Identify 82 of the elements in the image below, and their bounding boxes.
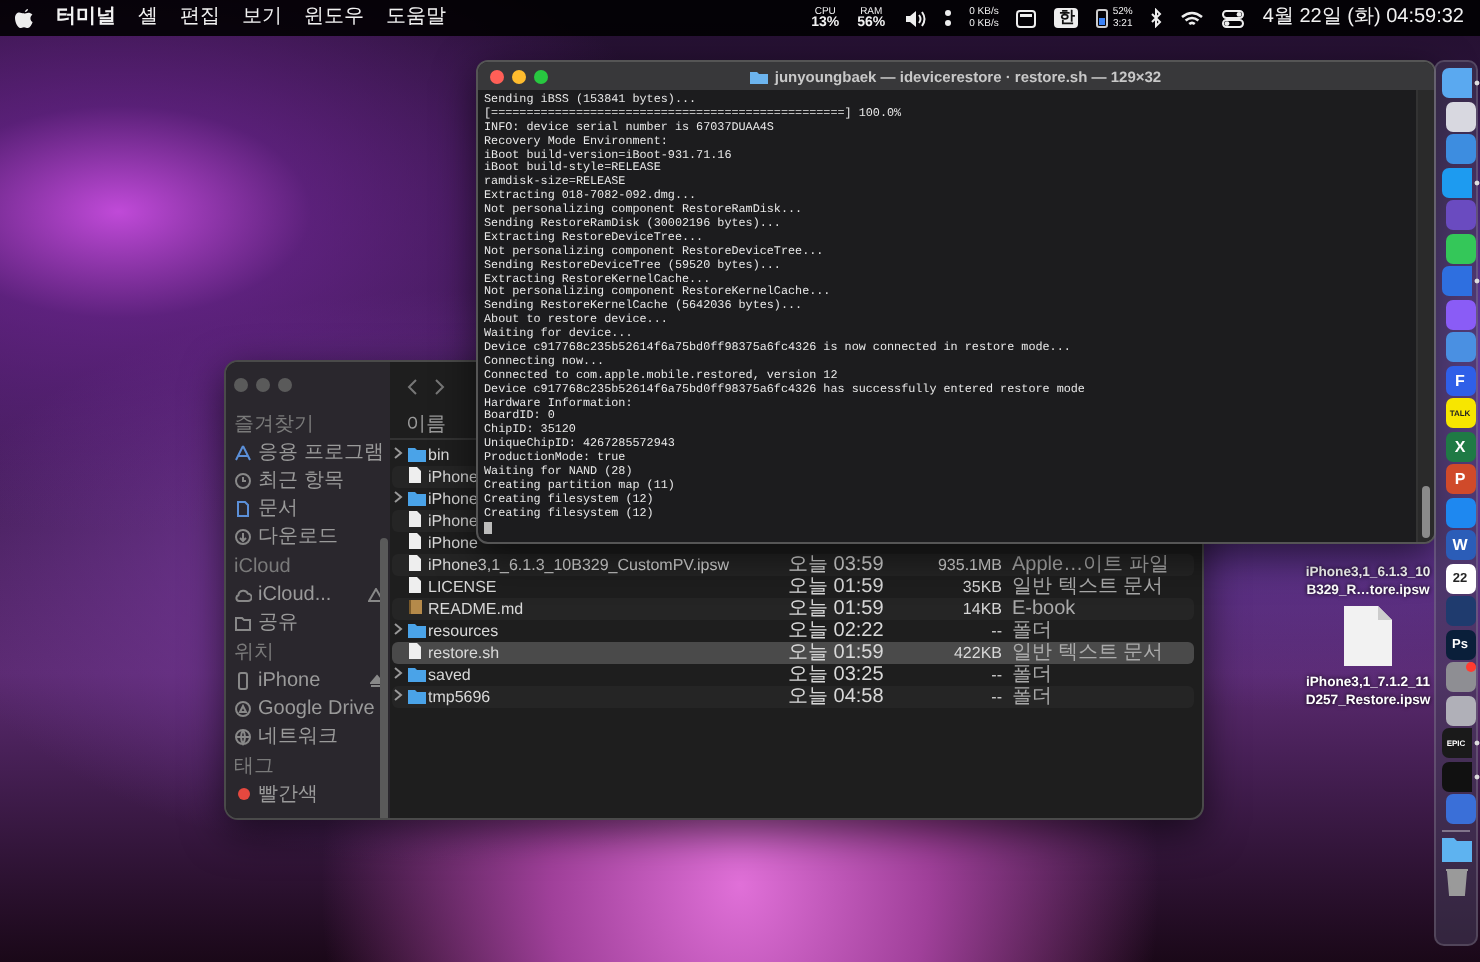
app-icon[interactable]: P bbox=[1445, 464, 1475, 494]
wifi-icon[interactable] bbox=[1180, 9, 1205, 27]
menu-item[interactable]: 셸 bbox=[138, 6, 158, 30]
sidebar-item[interactable]: 공유 bbox=[234, 608, 384, 636]
document-icon bbox=[234, 499, 252, 517]
apps-icon bbox=[234, 443, 252, 461]
apple-logo-icon[interactable] bbox=[14, 6, 34, 30]
sidebar-item[interactable]: Google Drive bbox=[234, 694, 384, 722]
file-row[interactable]: iPhone3,1_6.1.3_10B329_CustomPV.ipsw 오늘 03:59 935.1MB Apple…이트 파일 bbox=[392, 554, 1194, 576]
chevron-icon[interactable] bbox=[392, 688, 404, 702]
file-row[interactable]: iPhone bbox=[392, 488, 480, 510]
trash-icon[interactable] bbox=[1443, 865, 1469, 895]
chevron-icon[interactable] bbox=[392, 490, 404, 504]
close-button[interactable] bbox=[490, 69, 504, 83]
phone-icon bbox=[234, 671, 252, 689]
sidebar-item[interactable]: 최근 항목 bbox=[234, 466, 384, 494]
speaker-icon[interactable] bbox=[903, 9, 926, 27]
zoom-button[interactable] bbox=[534, 69, 548, 83]
globe-icon bbox=[234, 727, 252, 745]
menu-item[interactable]: 도움말 bbox=[386, 6, 446, 30]
file-row[interactable]: tmp5696 오늘 04:58 -- 폴더 bbox=[392, 686, 1194, 708]
download-icon bbox=[234, 527, 252, 545]
file-row[interactable]: saved 오늘 03:25 -- 폴더 bbox=[392, 664, 1194, 686]
scrollbar[interactable] bbox=[1416, 90, 1434, 542]
file-row[interactable]: resources 오늘 02:22 -- 폴더 bbox=[392, 620, 1194, 642]
sidebar-item[interactable]: iCloud... bbox=[234, 580, 384, 608]
sidebar-heading: 즐겨찾기 bbox=[234, 414, 316, 438]
control-center-icon[interactable] bbox=[1222, 9, 1245, 27]
window-icon[interactable] bbox=[1016, 9, 1037, 27]
chevron-icon[interactable] bbox=[392, 666, 404, 680]
folder-icon bbox=[234, 613, 252, 631]
sidebar-heading: iCloud bbox=[234, 556, 293, 580]
folder-icon bbox=[750, 69, 769, 83]
sidebar-item[interactable]: 문서 bbox=[234, 494, 384, 522]
battery-icon[interactable] bbox=[1096, 8, 1109, 28]
file-row[interactable]: iPhone bbox=[392, 510, 480, 532]
app-icon[interactable] bbox=[1441, 68, 1479, 98]
menu-item[interactable]: 보기 bbox=[242, 6, 282, 30]
clock-icon bbox=[234, 471, 252, 489]
app-icon[interactable]: F bbox=[1445, 365, 1475, 395]
app-icon[interactable] bbox=[1445, 233, 1475, 263]
book-icon bbox=[408, 598, 424, 616]
clock[interactable]: 4월 22일 (화) 04:59:32 bbox=[1262, 6, 1464, 30]
sidebar-item[interactable]: 다운로드 bbox=[234, 522, 384, 550]
forward-chevron-icon[interactable] bbox=[434, 377, 446, 395]
menu-item[interactable]: 편집 bbox=[180, 6, 220, 30]
app-icon[interactable] bbox=[1445, 101, 1475, 131]
document-icon bbox=[408, 642, 422, 660]
text-cursor bbox=[484, 521, 491, 534]
file-row[interactable]: iPhone bbox=[392, 466, 480, 488]
document-icon bbox=[408, 466, 422, 484]
menu-item[interactable]: 터미널 bbox=[56, 6, 116, 30]
sidebar-item[interactable]: 빨간색 bbox=[234, 780, 384, 808]
bluetooth-icon[interactable] bbox=[1150, 8, 1163, 28]
column-header[interactable]: 이름 bbox=[406, 410, 446, 438]
sidebar-item[interactable]: iPhone bbox=[234, 666, 384, 694]
chevron-icon[interactable] bbox=[392, 622, 404, 636]
eject-icon[interactable] bbox=[370, 673, 384, 687]
back-chevron-icon[interactable] bbox=[406, 377, 418, 395]
app-icon[interactable] bbox=[1445, 695, 1475, 725]
input-source-indicator[interactable]: 한 bbox=[1054, 8, 1079, 28]
file-row[interactable]: README.md 오늘 01:59 14KB E-book bbox=[392, 598, 1194, 620]
sidebar-heading: 위치 bbox=[234, 642, 276, 666]
chevron-icon[interactable] bbox=[392, 446, 404, 460]
document-icon[interactable] bbox=[1342, 604, 1394, 668]
dots-icon[interactable] bbox=[943, 8, 952, 28]
file-row[interactable]: iPhone bbox=[392, 532, 480, 554]
app-icon[interactable] bbox=[1441, 167, 1479, 197]
file-row[interactable]: restore.sh 오늘 01:59 422KB 일반 텍스트 문서 bbox=[392, 642, 1194, 664]
minimize-button[interactable] bbox=[512, 69, 526, 83]
cloud-icon bbox=[234, 585, 252, 603]
app-icon[interactable]: X bbox=[1445, 431, 1475, 461]
folder-icon[interactable] bbox=[1441, 836, 1471, 862]
drive-icon bbox=[234, 699, 252, 717]
menu-item[interactable]: 윈도우 bbox=[304, 6, 364, 30]
sidebar-item[interactable]: 응용 프로그램 bbox=[234, 438, 384, 466]
sidebar-heading: 태그 bbox=[234, 756, 276, 780]
folder-icon bbox=[408, 445, 426, 461]
app-icon[interactable]: W bbox=[1445, 530, 1475, 560]
sidebar-item[interactable]: 네트워크 bbox=[234, 722, 384, 750]
file-row[interactable]: LICENSE 오늘 01:59 35KB 일반 텍스트 문서 bbox=[392, 576, 1194, 598]
file-row[interactable]: bin bbox=[392, 444, 452, 466]
